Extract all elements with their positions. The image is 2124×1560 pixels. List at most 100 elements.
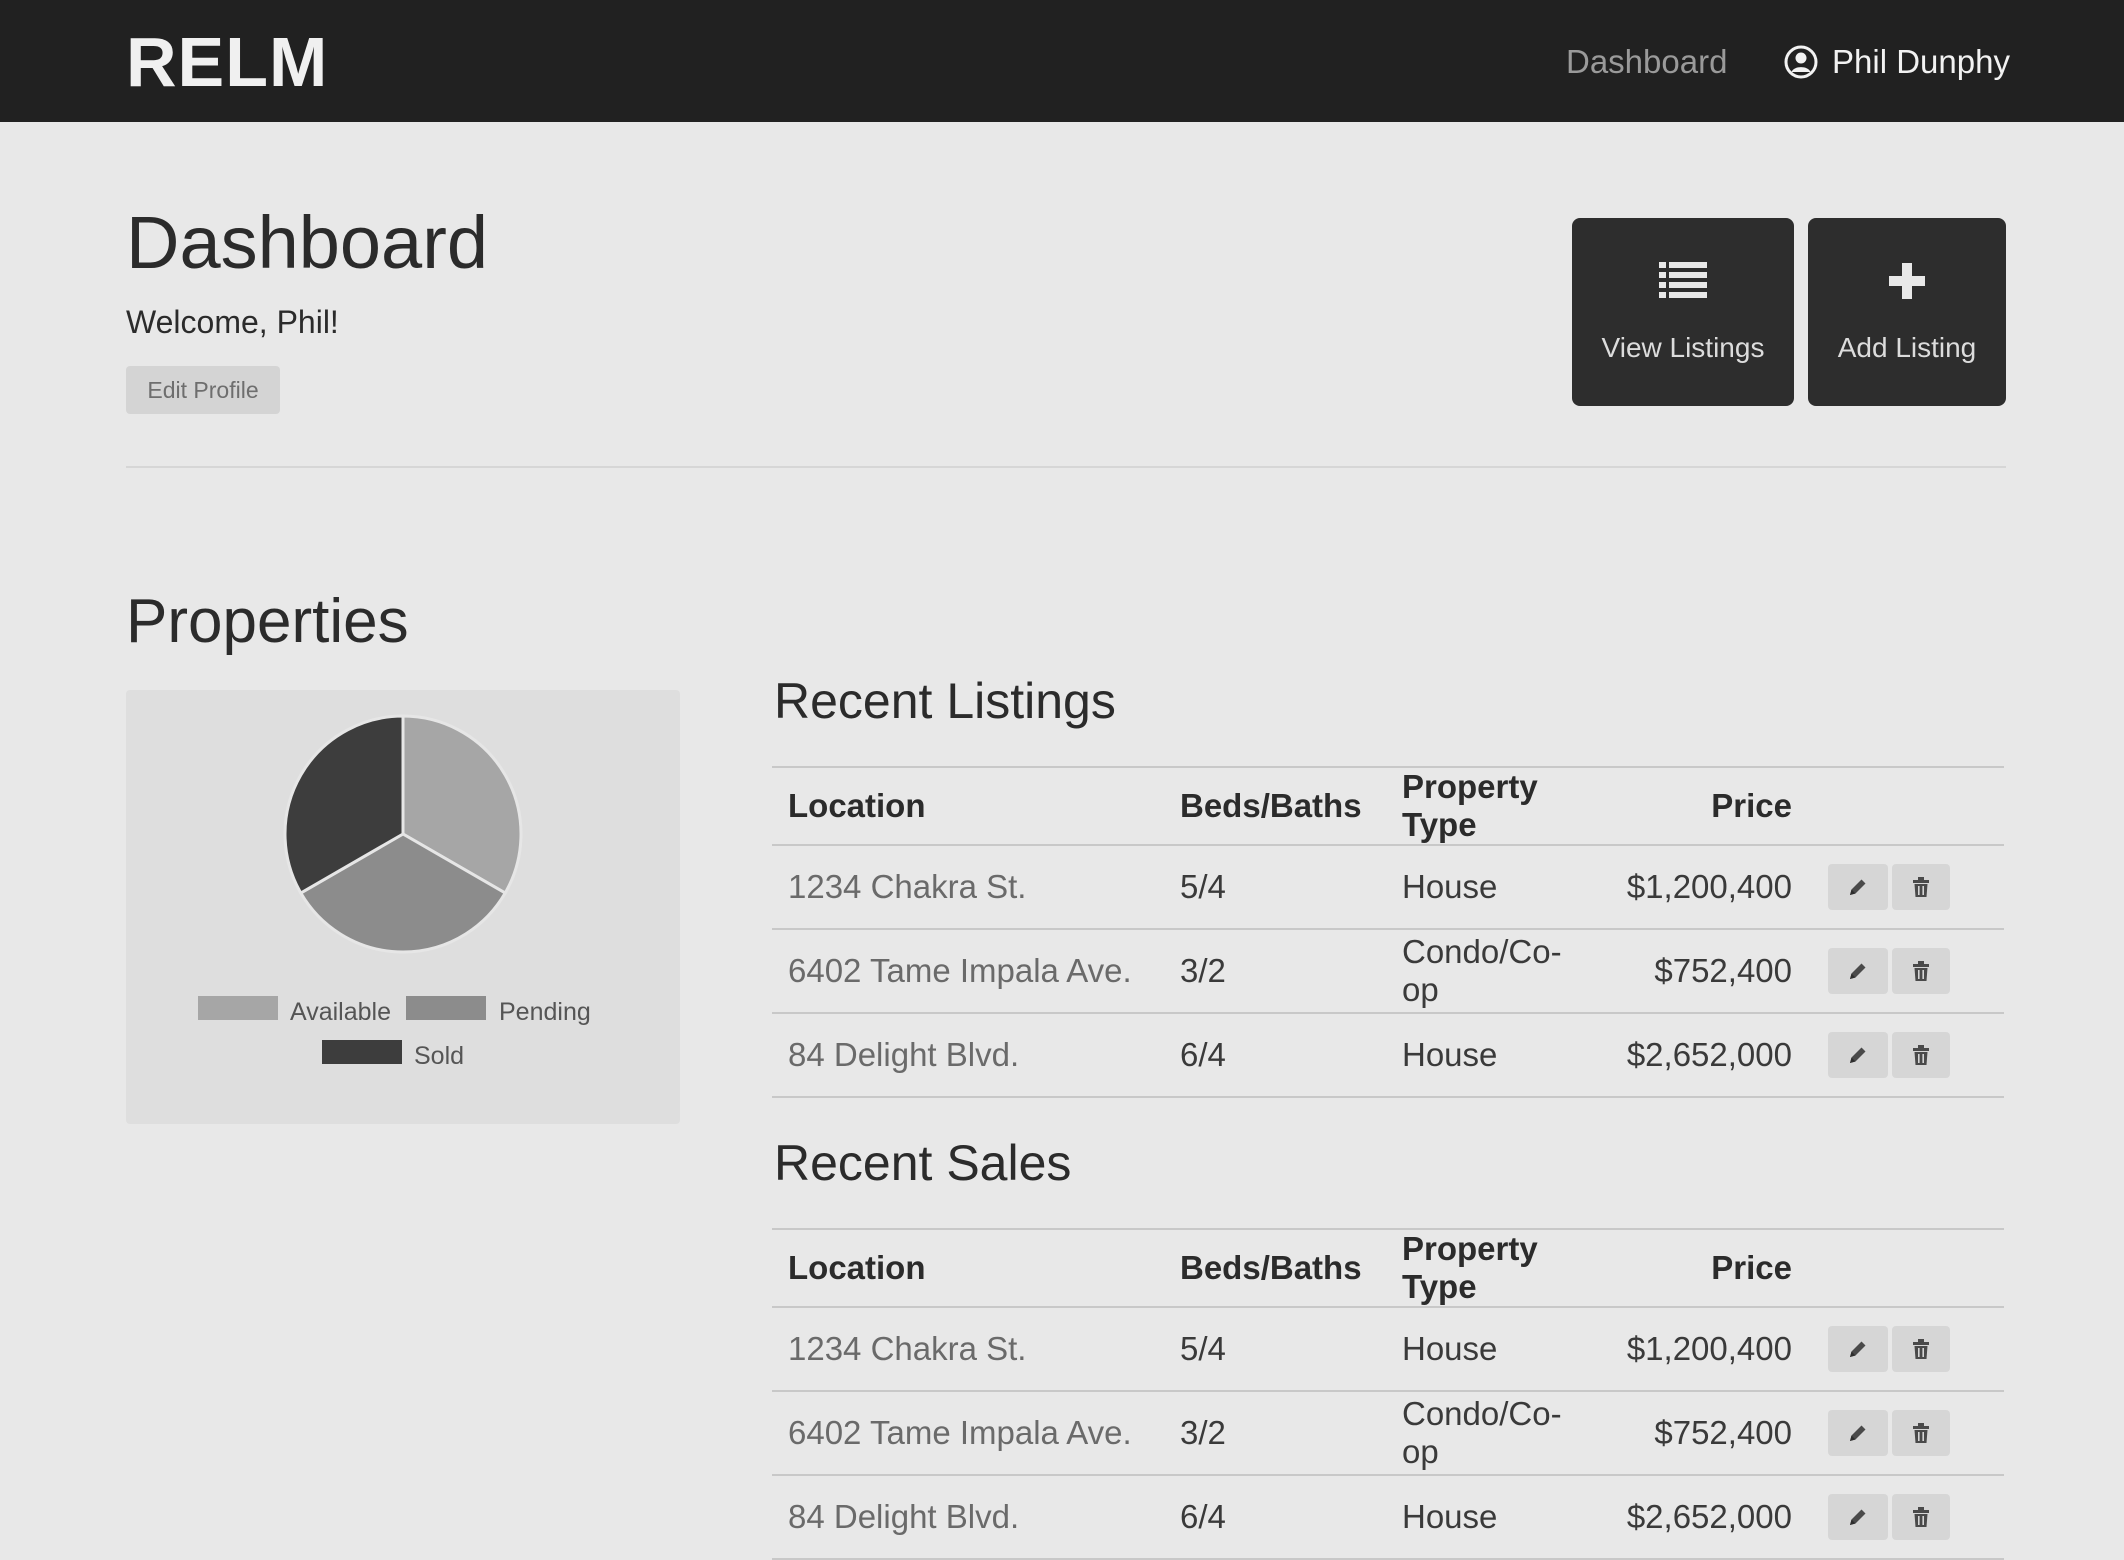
column-header-beds-baths[interactable]: Beds/Baths: [1164, 1229, 1386, 1308]
column-header-location[interactable]: Location: [772, 767, 1164, 846]
edit-row-button[interactable]: [1828, 948, 1888, 994]
edit-row-button[interactable]: [1828, 1032, 1888, 1078]
legend-label: Available: [290, 998, 391, 1026]
pencil-icon: [1847, 1036, 1869, 1074]
cell-price: $752,400: [1596, 1391, 1792, 1476]
legend-item-available[interactable]: Available: [198, 996, 391, 1026]
recent-sales-table: Location Beds/Baths Property Type Price …: [772, 1228, 2004, 1560]
cell-actions: [1792, 845, 2004, 930]
cell-location: 84 Delight Blvd.: [772, 1013, 1164, 1098]
properties-chart-panel: Available Pending Sold: [126, 690, 680, 1124]
cell-beds-baths: 6/4: [1164, 1013, 1386, 1098]
pencil-icon: [1847, 1498, 1869, 1536]
table-row: 6402 Tame Impala Ave. 3/2 Condo/Co-op $752,…: [772, 1391, 2004, 1476]
cell-price: $2,652,000: [1596, 1475, 1792, 1560]
legend-item-pending[interactable]: Pending: [406, 996, 591, 1026]
cell-location: 1234 Chakra St.: [772, 1307, 1164, 1392]
legend-swatch: [406, 996, 486, 1020]
table-row: 1234 Chakra St. 5/4 House $1,200,400: [772, 1307, 2004, 1392]
table-row: 6402 Tame Impala Ave. 3/2 Condo/Co-op $752,…: [772, 929, 2004, 1014]
cell-location: 6402 Tame Impala Ave.: [772, 929, 1164, 1014]
cell-beds-baths: 5/4: [1164, 1307, 1386, 1392]
cell-property-type: House: [1386, 1307, 1596, 1392]
delete-row-button[interactable]: [1892, 864, 1950, 910]
pencil-icon: [1847, 868, 1869, 906]
pencil-icon: [1847, 952, 1869, 990]
edit-row-button[interactable]: [1828, 1410, 1888, 1456]
user-menu[interactable]: Phil Dunphy: [1784, 40, 2010, 84]
pencil-icon: [1847, 1330, 1869, 1368]
column-header-property-type[interactable]: Property Type: [1386, 767, 1596, 846]
recent-listings-title: Recent Listings: [774, 673, 1116, 729]
cell-property-type: Condo/Co-op: [1386, 1391, 1596, 1476]
cell-actions: [1792, 1475, 2004, 1560]
delete-row-button[interactable]: [1892, 1410, 1950, 1456]
cell-location: 1234 Chakra St.: [772, 845, 1164, 930]
pencil-icon: [1847, 1414, 1869, 1452]
delete-row-button[interactable]: [1892, 1494, 1950, 1540]
cell-beds-baths: 5/4: [1164, 845, 1386, 930]
edit-profile-button[interactable]: Edit Profile: [126, 366, 280, 414]
cell-beds-baths: 3/2: [1164, 1391, 1386, 1476]
top-navbar: RELM Dashboard Phil Dunphy: [0, 0, 2124, 122]
cell-beds-baths: 6/4: [1164, 1475, 1386, 1560]
column-header-beds-baths[interactable]: Beds/Baths: [1164, 767, 1386, 846]
recent-listings-table: Location Beds/Baths Property Type Price …: [772, 766, 2004, 1098]
cell-property-type: Condo/Co-op: [1386, 929, 1596, 1014]
column-header-property-type[interactable]: Property Type: [1386, 1229, 1596, 1308]
edit-row-button[interactable]: [1828, 1326, 1888, 1372]
column-header-location[interactable]: Location: [772, 1229, 1164, 1308]
cell-price: $1,200,400: [1596, 845, 1792, 930]
properties-pie-chart: Available Pending Sold: [198, 714, 591, 1070]
cell-actions: [1792, 929, 2004, 1014]
cell-location: 84 Delight Blvd.: [772, 1475, 1164, 1560]
legend-label: Sold: [414, 1042, 464, 1070]
cell-property-type: House: [1386, 1013, 1596, 1098]
cell-actions: [1792, 1391, 2004, 1476]
cell-price: $752,400: [1596, 929, 1792, 1014]
add-listing-button[interactable]: Add Listing: [1808, 218, 2006, 406]
delete-row-button[interactable]: [1892, 1032, 1950, 1078]
legend-swatch: [322, 1040, 402, 1064]
header-divider: [126, 466, 2006, 468]
column-header-price[interactable]: Price: [1596, 767, 1792, 846]
add-listing-label: Add Listing: [1837, 331, 1977, 363]
plus-icon: [1887, 261, 1927, 306]
trash-icon: [1912, 868, 1930, 906]
edit-row-button[interactable]: [1828, 864, 1888, 910]
column-header-actions: [1792, 767, 2004, 846]
cell-actions: [1792, 1013, 2004, 1098]
cell-property-type: House: [1386, 845, 1596, 930]
nav-dashboard-link[interactable]: Dashboard: [1566, 40, 1727, 84]
view-listings-button[interactable]: View Listings: [1572, 218, 1794, 406]
recent-sales-title: Recent Sales: [774, 1135, 1072, 1191]
cell-actions: [1792, 1307, 2004, 1392]
list-icon: [1659, 261, 1707, 306]
trash-icon: [1912, 1498, 1930, 1536]
trash-icon: [1912, 1330, 1930, 1368]
trash-icon: [1912, 1036, 1930, 1074]
table-header-row: Location Beds/Baths Property Type Price: [772, 767, 2004, 846]
welcome-message: Welcome, Phil!: [126, 304, 339, 340]
delete-row-button[interactable]: [1892, 1326, 1950, 1372]
user-circle-icon: [1784, 45, 1818, 79]
trash-icon: [1912, 1414, 1930, 1452]
trash-icon: [1912, 952, 1930, 990]
cell-property-type: House: [1386, 1475, 1596, 1560]
properties-title: Properties: [126, 587, 409, 656]
delete-row-button[interactable]: [1892, 948, 1950, 994]
legend-swatch: [198, 996, 278, 1020]
table-row: 1234 Chakra St. 5/4 House $1,200,400: [772, 845, 2004, 930]
column-header-actions: [1792, 1229, 2004, 1308]
cell-price: $2,652,000: [1596, 1013, 1792, 1098]
cell-location: 6402 Tame Impala Ave.: [772, 1391, 1164, 1476]
table-row: 84 Delight Blvd. 6/4 House $2,652,000: [772, 1013, 2004, 1098]
edit-row-button[interactable]: [1828, 1494, 1888, 1540]
page-title: Dashboard: [126, 201, 489, 284]
brand-logo[interactable]: RELM: [126, 22, 328, 102]
column-header-price[interactable]: Price: [1596, 1229, 1792, 1308]
legend-item-sold[interactable]: Sold: [322, 1040, 464, 1070]
legend-label: Pending: [499, 998, 591, 1026]
cell-beds-baths: 3/2: [1164, 929, 1386, 1014]
table-row: 84 Delight Blvd. 6/4 House $2,652,000: [772, 1475, 2004, 1560]
